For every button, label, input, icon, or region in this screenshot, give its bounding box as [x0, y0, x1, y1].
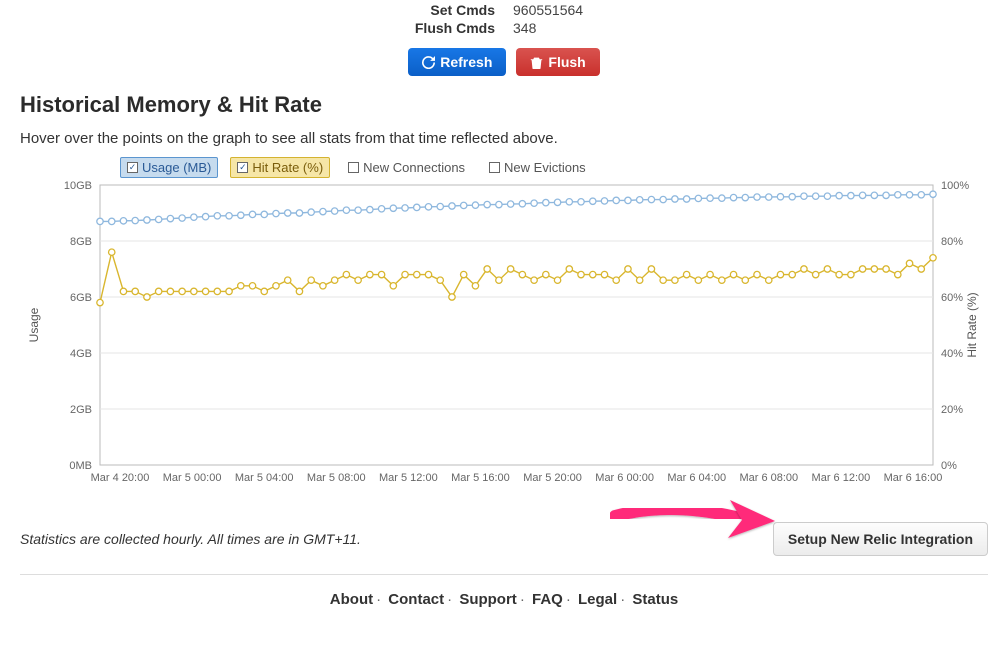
legend-item-hitrate[interactable]: Hit Rate (%) — [230, 157, 330, 178]
hint-text: Hover over the points on the graph to se… — [20, 130, 988, 147]
checkbox-icon — [237, 162, 248, 173]
svg-text:80%: 80% — [941, 236, 963, 248]
svg-text:20%: 20% — [941, 404, 963, 416]
stat-row-set-cmds: Set Cmds 960551564 — [20, 2, 988, 18]
svg-text:0MB: 0MB — [69, 460, 92, 472]
svg-text:Mar 6 12:00: Mar 6 12:00 — [812, 472, 871, 484]
svg-text:6GB: 6GB — [70, 292, 92, 304]
svg-text:8GB: 8GB — [70, 236, 92, 248]
action-buttons: Refresh Flush — [20, 48, 988, 76]
svg-text:Mar 5 12:00: Mar 5 12:00 — [379, 472, 438, 484]
legend-item-usage[interactable]: Usage (MB) — [120, 157, 218, 178]
svg-text:4GB: 4GB — [70, 348, 92, 360]
stats-block: Set Cmds 960551564 Flush Cmds 348 — [20, 2, 988, 36]
svg-text:0%: 0% — [941, 460, 957, 472]
svg-text:100%: 100% — [941, 180, 969, 192]
chart-legend: Usage (MB) Hit Rate (%) New Connections … — [120, 157, 988, 178]
svg-text:60%: 60% — [941, 292, 963, 304]
section-title: Historical Memory & Hit Rate — [20, 92, 988, 118]
footer-note-row: Statistics are collected hourly. All tim… — [20, 504, 988, 575]
footer-link-faq[interactable]: FAQ — [532, 591, 563, 608]
legend-label: Usage (MB) — [142, 160, 211, 175]
checkbox-icon — [348, 162, 359, 173]
page-footer: About· Contact· Support· FAQ· Legal· Sta… — [20, 575, 988, 624]
svg-text:2GB: 2GB — [70, 404, 92, 416]
refresh-button[interactable]: Refresh — [408, 48, 506, 76]
stat-value: 960551564 — [513, 2, 763, 18]
trash-icon — [530, 56, 543, 69]
svg-text:Mar 5 00:00: Mar 5 00:00 — [163, 472, 222, 484]
stat-label: Set Cmds — [245, 2, 495, 18]
refresh-icon — [422, 56, 435, 69]
historical-chart[interactable]: 0MB 0% 2GB 20% 4GB 40% 6GB 60% 8GB 80% 10GB 100% Mar… — [20, 180, 988, 500]
legend-label: New Connections — [363, 160, 465, 175]
svg-text:Mar 5 08:00: Mar 5 08:00 — [307, 472, 366, 484]
svg-text:Mar 5 04:00: Mar 5 04:00 — [235, 472, 294, 484]
checkbox-icon — [489, 162, 500, 173]
svg-text:Mar 5 20:00: Mar 5 20:00 — [523, 472, 582, 484]
stat-row-flush-cmds: Flush Cmds 348 — [20, 20, 988, 36]
footer-link-contact[interactable]: Contact — [388, 591, 444, 608]
svg-text:Mar 6 08:00: Mar 6 08:00 — [739, 472, 798, 484]
svg-text:Mar 6 16:00: Mar 6 16:00 — [884, 472, 943, 484]
svg-text:Mar 4 20:00: Mar 4 20:00 — [91, 472, 150, 484]
svg-text:Hit Rate (%): Hit Rate (%) — [965, 292, 979, 357]
svg-text:10GB: 10GB — [64, 180, 92, 192]
setup-new-relic-button[interactable]: Setup New Relic Integration — [773, 522, 988, 556]
footer-link-status[interactable]: Status — [632, 591, 678, 608]
button-label: Refresh — [440, 54, 492, 70]
button-label: Flush — [548, 54, 585, 70]
svg-text:Mar 6 00:00: Mar 6 00:00 — [595, 472, 654, 484]
legend-item-new-evictions[interactable]: New Evictions — [483, 158, 592, 177]
footer-link-legal[interactable]: Legal — [578, 591, 617, 608]
checkbox-icon — [127, 162, 138, 173]
collection-note: Statistics are collected hourly. All tim… — [20, 531, 361, 547]
stat-label: Flush Cmds — [245, 20, 495, 36]
footer-link-support[interactable]: Support — [459, 591, 517, 608]
svg-text:Mar 5 16:00: Mar 5 16:00 — [451, 472, 510, 484]
legend-label: New Evictions — [504, 160, 586, 175]
legend-item-new-connections[interactable]: New Connections — [342, 158, 471, 177]
svg-text:Mar 6 04:00: Mar 6 04:00 — [667, 472, 726, 484]
footer-link-about[interactable]: About — [330, 591, 373, 608]
stat-value: 348 — [513, 20, 763, 36]
flush-button[interactable]: Flush — [516, 48, 599, 76]
svg-text:40%: 40% — [941, 348, 963, 360]
svg-text:Usage: Usage — [27, 307, 41, 342]
legend-label: Hit Rate (%) — [252, 160, 323, 175]
